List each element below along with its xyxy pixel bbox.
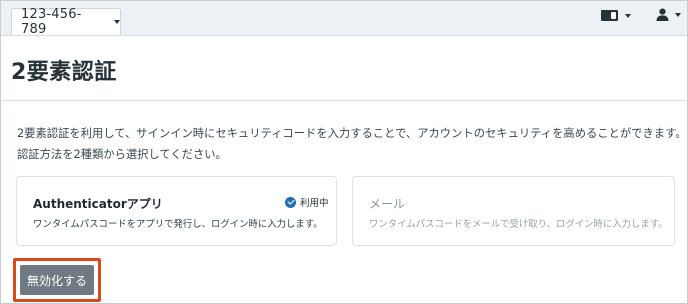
- check-circle-icon: [285, 196, 296, 208]
- page-frame: 123-456-789 2要素認証 2要素認証を利用して、サインイン時にセキュリ…: [0, 0, 688, 304]
- page-title: 2要素認証: [11, 60, 117, 85]
- method-title: メール: [369, 197, 406, 211]
- disable-button-highlight: 無効化する: [13, 258, 101, 302]
- top-bar: 123-456-789: [1, 1, 687, 37]
- translate-icon: [601, 10, 618, 21]
- caret-down-icon: [114, 20, 120, 24]
- method-description: ワンタイムパスコードをメールで受け取り、ログイン時に入力します。: [369, 219, 668, 230]
- caret-down-icon: [675, 12, 681, 17]
- language-menu[interactable]: [601, 10, 631, 21]
- account-tab[interactable]: 123-456-789: [11, 7, 121, 37]
- disable-button[interactable]: 無効化する: [20, 265, 94, 295]
- status-badge: 利用中: [285, 195, 329, 209]
- caret-down-icon: [625, 13, 631, 18]
- description-line-1: 2要素認証を利用して、サインイン時にセキュリティコードを入力することで、アカウン…: [17, 127, 687, 140]
- method-description: ワンタイムパスコードをアプリで発行し、ログイン時に入力します。: [33, 219, 323, 230]
- method-title: Authenticatorアプリ: [33, 197, 163, 211]
- page-header: 2要素認証: [1, 36, 687, 101]
- status-badge-label: 利用中: [300, 198, 329, 209]
- method-card-email[interactable]: メール ワンタイムパスコードをメールで受け取り、ログイン時に入力します。: [352, 176, 675, 246]
- description-line-2: 認証方法を2種類から選択してください。: [17, 148, 227, 161]
- user-menu[interactable]: [656, 8, 681, 21]
- method-card-authenticator[interactable]: Authenticatorアプリ 利用中 ワンタイムパスコードをアプリで発行し、…: [16, 176, 337, 246]
- account-id: 123-456-789: [21, 7, 82, 37]
- user-icon: [656, 8, 669, 21]
